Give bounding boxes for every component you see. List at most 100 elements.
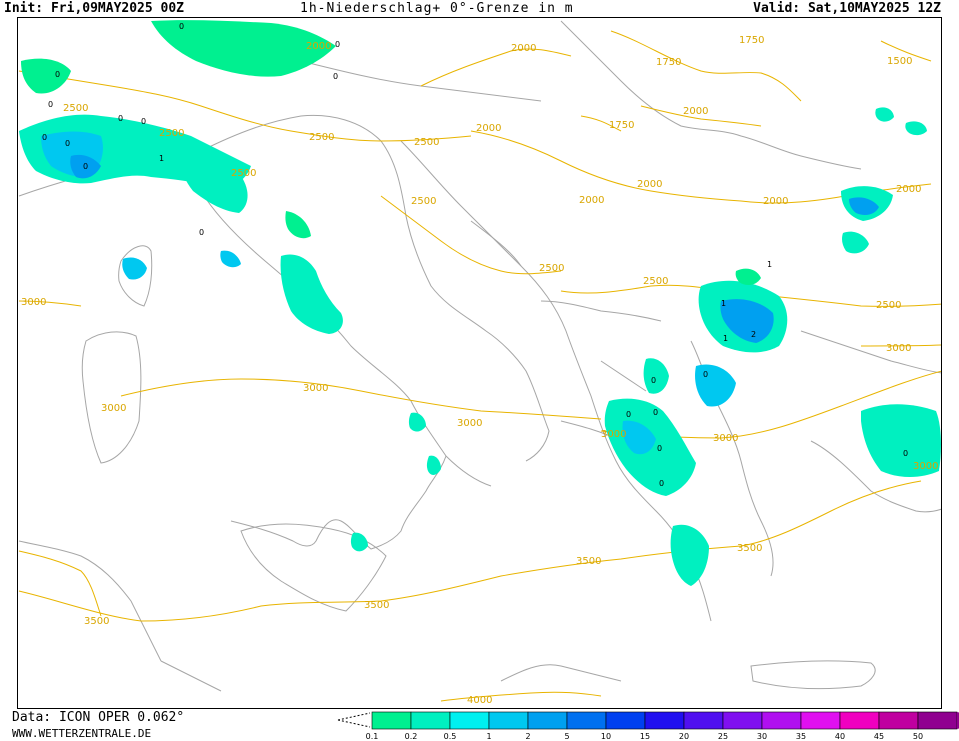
isoline-label: 2000	[579, 195, 604, 206]
isoline-label: 2500	[63, 103, 88, 114]
fz-marker: 0	[626, 410, 631, 419]
precip-area	[426, 455, 441, 475]
isoline-label: 4000	[467, 695, 492, 706]
legend-boxes	[337, 711, 959, 730]
isoline-label: 3000	[457, 418, 482, 429]
legend-tick-label: 0.2	[405, 732, 418, 741]
isoline-2500-adriatic	[380, 195, 562, 275]
isoline-2000-north	[420, 48, 572, 87]
isoline-3500-africa	[18, 480, 922, 622]
precipitation-color-legend: 0.1 0.2 0.5 1 2 5 10 15 20 25 30 35 40 45 50	[337, 711, 959, 741]
isoline-label: 3000	[601, 429, 626, 440]
legend-tick-label: 45	[874, 732, 884, 741]
fz-marker: 1	[767, 260, 772, 269]
precip-area	[408, 412, 426, 432]
legend-tick-label: 0.5	[444, 732, 457, 741]
precip-area	[280, 254, 343, 334]
isoline-label: 3500	[84, 616, 109, 627]
isoline-label: 3500	[737, 543, 762, 554]
crete-coastline	[750, 660, 876, 690]
isoline-label: 2500	[159, 128, 184, 139]
fz-marker: 1	[159, 154, 164, 163]
precip-area	[875, 107, 894, 122]
fz-marker: 0	[42, 133, 47, 142]
fz-marker: 0	[199, 228, 204, 237]
isoline-label: 3500	[364, 600, 389, 611]
isoline-label: 1750	[739, 35, 764, 46]
isoline-labels: 2000 1750 1750 1500 2000 1750 2500 2000 …	[21, 35, 938, 706]
legend-color-box	[839, 711, 880, 730]
precip-area	[643, 358, 669, 394]
website-label: WWW.WETTERZENTRALE.DE	[12, 727, 152, 740]
precip-area	[670, 524, 709, 586]
fz-marker: 0	[83, 162, 88, 171]
legend-tick-label: 1	[486, 732, 491, 741]
isoline-label: 1500	[887, 56, 912, 67]
legend-tick-label: 50	[913, 732, 923, 741]
isoline-2000-mid	[470, 130, 742, 202]
legend-tick-label: 20	[679, 732, 689, 741]
isoline-4000-south	[440, 691, 602, 702]
isoline-label: 1750	[656, 57, 681, 68]
isoline-label: 2500	[643, 276, 668, 287]
legend-tick-label: 25	[718, 732, 728, 741]
legend-color-box	[449, 711, 490, 730]
fz-marker: 0	[55, 70, 60, 79]
precip-area	[350, 532, 368, 552]
isoline-label: 2000	[637, 179, 662, 190]
legend-tick-label: 2	[525, 732, 530, 741]
data-source-label: Data: ICON OPER 0.062°	[12, 710, 185, 725]
isoline-label: 2500	[231, 168, 256, 179]
isoline-1750-north	[610, 30, 802, 102]
legend-color-box	[722, 711, 763, 730]
isoline-label: 3500	[576, 556, 601, 567]
precip-area	[285, 211, 311, 239]
precip-area	[122, 257, 147, 280]
fz-marker: 0	[651, 376, 656, 385]
legend-color-box	[917, 711, 958, 730]
fz-marker: 0	[48, 100, 53, 109]
legend-tick-label: 5	[564, 732, 569, 741]
init-time-label: Init: Fri,09MAY2025 00Z	[4, 1, 185, 16]
legend-color-box	[761, 711, 802, 730]
fz-marker: 2	[751, 330, 756, 339]
fz-marker: 0	[179, 22, 184, 31]
isoline-label: 2500	[876, 300, 901, 311]
legend-ticks: 0.1 0.2 0.5 1 2 5 10 15 20 25 30 35 40 45 50	[366, 732, 923, 741]
isoline-label: 3000	[303, 383, 328, 394]
isoline-label: 2000	[306, 41, 331, 52]
precip-area	[842, 231, 869, 254]
legend-color-box	[410, 711, 451, 730]
isoline-label: 1750	[609, 120, 634, 131]
legend-color-box	[527, 711, 568, 730]
legend-color-box	[878, 711, 919, 730]
legend-color-box	[566, 711, 607, 730]
legend-color-box	[800, 711, 841, 730]
legend-color-box	[488, 711, 529, 730]
isoline-label: 2000	[476, 123, 501, 134]
isoline-label: 2500	[411, 196, 436, 207]
legend-tick-label: 35	[796, 732, 806, 741]
sardinia-coastline	[81, 331, 142, 464]
italy-coastline	[18, 157, 492, 550]
legend-open-end	[337, 712, 371, 728]
fz-marker: 0	[653, 408, 658, 417]
isoline-label: 2500	[414, 137, 439, 148]
precip-area	[220, 250, 241, 268]
isoline-label: 2500	[539, 263, 564, 274]
isoline-label: 3000	[101, 403, 126, 414]
precip-area	[905, 121, 927, 136]
map-canvas: 2000 1750 1750 1500 2000 1750 2500 2000 …	[18, 20, 941, 706]
legend-tick-label: 30	[757, 732, 767, 741]
legend-tick-label: 10	[601, 732, 611, 741]
legend-color-box	[371, 711, 412, 730]
fz-marker: 0	[333, 72, 338, 81]
valid-time-label: Valid: Sat,10MAY2025 12Z	[753, 1, 941, 16]
isoline-label: 3000	[886, 343, 911, 354]
coastlines-and-borders	[18, 20, 941, 692]
fz-marker: 0	[703, 370, 708, 379]
fz-marker: 0	[118, 114, 123, 123]
legend-tick-label: 0.1	[366, 732, 379, 741]
fz-marker: 0	[141, 117, 146, 126]
legend-color-box	[644, 711, 685, 730]
